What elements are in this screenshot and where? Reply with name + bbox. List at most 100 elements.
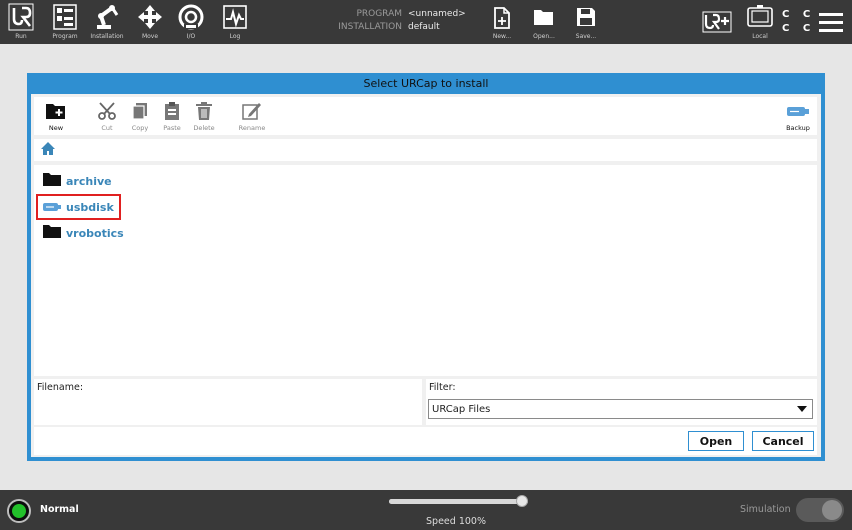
copy-icon [130,97,150,124]
new-folder-icon [45,97,67,124]
cancel-button[interactable]: Cancel [752,431,814,451]
cut-label: Cut [101,124,113,132]
cc-line-1: C C [782,9,816,20]
folder-icon [42,171,62,191]
robot-status-text: Normal [40,504,79,515]
cc-indicator: C C C C [782,8,815,36]
program-info: PROGRAM <unnamed> INSTALLATION default [322,8,466,33]
scissors-icon [97,97,117,124]
hamburger-menu-icon [818,0,844,44]
new-program-button[interactable]: New... [488,0,516,44]
speed-label: Speed 100% [426,516,486,527]
simulation-toggle[interactable] [796,498,844,522]
nav-program-label: Program [52,33,78,40]
file-item-archive[interactable]: archive [38,170,116,192]
nav-installation-button[interactable]: Installation [88,0,126,44]
filter-label: Filter: [429,382,456,393]
copy-label: Copy [131,124,149,132]
save-program-label: Save... [575,33,597,40]
file-name: archive [66,174,112,188]
program-name: <unnamed> [408,9,466,19]
open-button[interactable]: Open [688,431,744,451]
nav-log-label: Log [229,33,241,40]
filename-label: Filename: [37,382,84,393]
save-icon [574,0,598,33]
trash-icon [194,97,214,124]
nav-run-button[interactable]: Run [6,0,36,44]
top-bar: Run Program Installation Move I/O Log PR… [0,0,852,44]
usb-drive-icon [42,198,62,217]
ur-plus-icon [702,0,732,44]
paste-icon [162,97,182,124]
usb-backup-icon [786,97,810,124]
save-program-button[interactable]: Save... [572,0,600,44]
log-icon [222,0,248,33]
open-folder-icon [532,0,556,33]
file-item-vrobotics[interactable]: vrobotics [38,222,128,244]
cc-line-2: C C [782,23,816,34]
dialog-title: Select URCap to install [363,77,489,90]
program-icon [52,0,78,33]
file-name: usbdisk [66,200,114,214]
speed-slider[interactable] [389,495,528,507]
filter-dropdown[interactable]: URCap Files [428,399,813,419]
teach-pendant-icon [746,0,774,33]
ur-logo-icon [8,0,34,33]
open-program-label: Open... [533,33,555,40]
copy-button[interactable]: Copy [126,97,154,135]
move-arrows-icon [137,0,163,33]
nav-run-label: Run [15,33,27,40]
local-label: Local [752,33,768,40]
io-icon [177,0,205,33]
nav-program-button[interactable]: Program [50,0,80,44]
hamburger-menu-button[interactable] [816,0,846,44]
new-folder-label: New [48,124,64,132]
local-control-button[interactable]: Local [744,0,776,44]
new-file-icon [492,0,512,33]
filename-panel: Filename: [34,379,422,425]
nav-installation-label: Installation [90,33,124,40]
file-item-usbdisk[interactable]: usbdisk [36,194,121,220]
rename-icon [241,97,263,124]
filename-input[interactable] [34,395,422,425]
filter-panel: Filter: URCap Files [426,379,817,425]
rename-button[interactable]: Rename [235,97,269,135]
open-program-button[interactable]: Open... [529,0,559,44]
new-folder-button[interactable]: New [41,97,71,135]
delete-button[interactable]: Delete [190,97,218,135]
dialog-button-bar: Open Cancel [34,427,817,455]
new-program-label: New... [492,33,512,40]
filter-value: URCap Files [432,403,491,415]
file-name: vrobotics [66,226,124,240]
speed-slider-fill [389,499,528,504]
status-indicator-icon [12,504,26,518]
robot-arm-icon [92,0,122,33]
backup-button[interactable]: Backup [782,97,814,135]
robot-status-button[interactable] [7,499,31,523]
delete-label: Delete [193,124,215,132]
dialog-body: New Cut Copy Paste Delete Rename Backup … [31,94,821,457]
folder-icon [42,223,62,243]
select-urcap-dialog: Select URCap to install New Cut Copy Pas… [27,73,825,461]
chevron-down-icon [797,406,807,412]
nav-move-label: Move [141,33,159,40]
paste-button[interactable]: Paste [158,97,186,135]
cut-button[interactable]: Cut [93,97,121,135]
path-breadcrumb [34,139,817,161]
nav-move-button[interactable]: Move [136,0,164,44]
installation-name: default [408,21,440,32]
urplus-button[interactable] [700,0,734,44]
nav-io-label: I/O [186,33,196,40]
installation-key: INSTALLATION [338,21,402,32]
nav-log-button[interactable]: Log [220,0,250,44]
simulation-toggle-knob [822,500,842,520]
backup-label: Backup [786,124,810,132]
file-list: archive usbdisk vrobotics [34,165,817,376]
file-toolbar: New Cut Copy Paste Delete Rename Backup [34,97,817,135]
nav-io-button[interactable]: I/O [176,0,206,44]
rename-label: Rename [238,124,266,132]
home-icon[interactable] [40,141,56,160]
simulation-label: Simulation [740,504,791,515]
speed-slider-thumb[interactable] [516,495,528,507]
paste-label: Paste [163,124,181,132]
